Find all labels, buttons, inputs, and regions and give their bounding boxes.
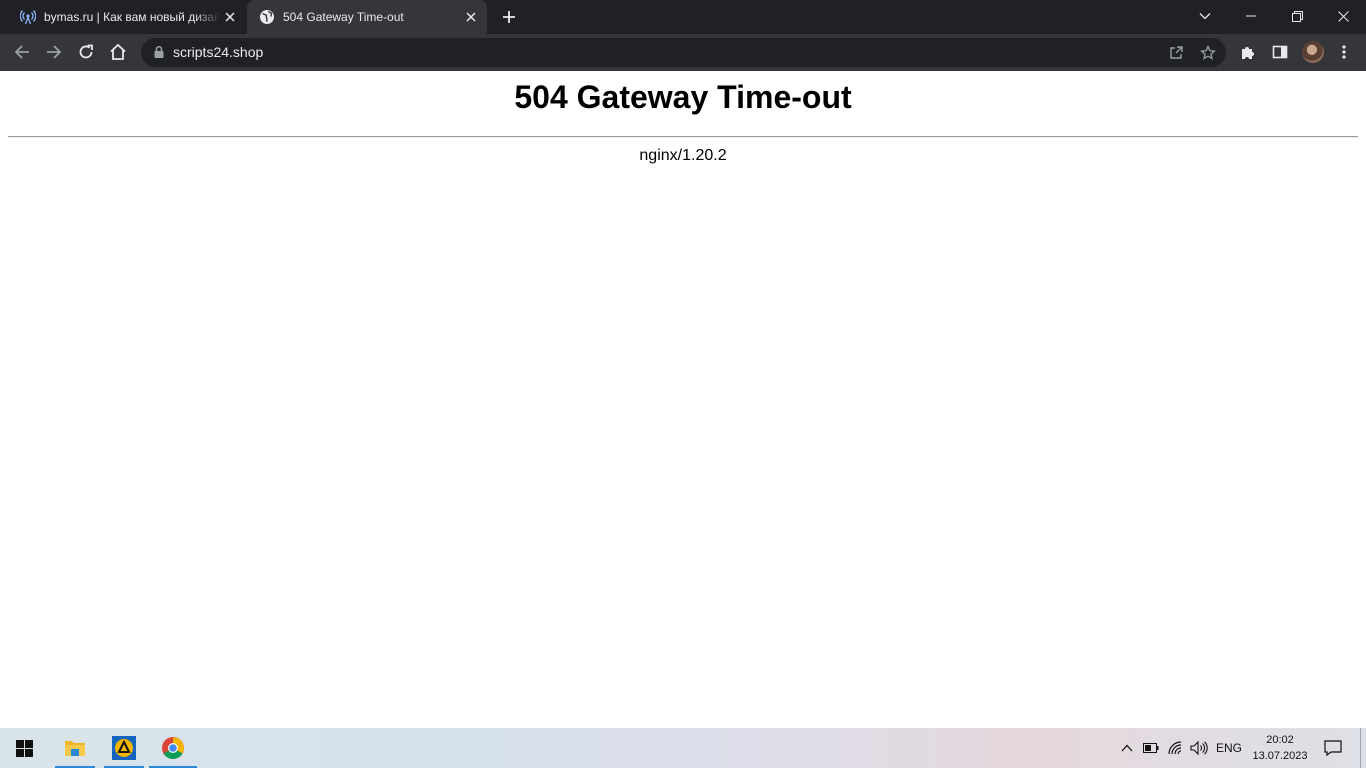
taskbar-app-triangle[interactable]: [100, 728, 148, 768]
kebab-menu-icon: [1342, 45, 1346, 59]
battery-button[interactable]: [1140, 728, 1162, 768]
chrome-icon: [162, 737, 184, 759]
notifications-button[interactable]: [1318, 728, 1348, 768]
profile-button[interactable]: [1299, 38, 1327, 66]
puzzle-icon: [1242, 47, 1254, 59]
close-icon[interactable]: [220, 7, 240, 27]
antenna-icon: [20, 9, 36, 25]
reload-icon: [79, 44, 93, 59]
back-button[interactable]: [8, 38, 36, 66]
divider: [8, 136, 1358, 138]
lock-icon[interactable]: [152, 45, 166, 59]
forward-button[interactable]: [40, 38, 68, 66]
page-title: 504 Gateway Time-out: [514, 79, 852, 115]
clock-date: 13.07.2023: [1252, 750, 1308, 762]
battery-icon: [1143, 743, 1159, 753]
wifi-button[interactable]: [1165, 728, 1187, 768]
reload-button[interactable]: [72, 38, 100, 66]
home-button[interactable]: [104, 38, 132, 66]
start-button[interactable]: [0, 728, 48, 768]
speaker-icon: [1190, 741, 1208, 755]
taskbar-app-file-explorer[interactable]: [51, 728, 99, 768]
tab-strip: bymas.ru | Как вам новый дизайн 504 Gate…: [0, 0, 1366, 34]
new-tab-button[interactable]: [497, 5, 521, 29]
url-text[interactable]: scripts24.shop: [173, 45, 263, 60]
restore-icon: [1291, 10, 1303, 22]
tab-bymas[interactable]: bymas.ru | Как вам новый дизайн: [8, 0, 246, 34]
menu-button[interactable]: [1330, 38, 1358, 66]
volume-button[interactable]: [1188, 728, 1210, 768]
language-indicator[interactable]: ENG: [1212, 728, 1246, 768]
close-window-button[interactable]: [1320, 0, 1366, 32]
globe-icon: [259, 9, 275, 25]
taskbar: ENG 20:02 13.07.2023: [0, 728, 1366, 768]
server-signature: nginx/1.20.2: [639, 147, 727, 164]
arrow-left-icon: [14, 45, 29, 59]
show-desktop-button[interactable]: [1360, 728, 1361, 768]
side-panel-button[interactable]: [1266, 38, 1294, 66]
triangle-app-icon: [112, 736, 136, 760]
browser-toolbar: scripts24.shop: [0, 34, 1366, 71]
arrow-right-icon: [47, 45, 62, 59]
folder-icon: [65, 741, 85, 756]
tab-504[interactable]: 504 Gateway Time-out: [247, 0, 487, 34]
side-panel-icon: [1272, 45, 1288, 59]
address-bar[interactable]: scripts24.shop: [141, 38, 1226, 67]
star-icon[interactable]: [1198, 43, 1218, 63]
plus-icon: [503, 11, 515, 23]
extensions-button[interactable]: [1234, 38, 1262, 66]
clock-time: 20:02: [1266, 734, 1294, 746]
close-icon: [1337, 10, 1349, 22]
minimize-icon: [1246, 15, 1256, 17]
tab-search-button[interactable]: [1182, 0, 1228, 32]
home-icon: [110, 43, 126, 60]
page-content: 504 Gateway Time-out nginx/1.20.2: [0, 71, 1366, 728]
restore-button[interactable]: [1274, 0, 1320, 32]
chevron-up-icon: [1121, 744, 1133, 752]
windows-icon: [15, 739, 33, 757]
notification-icon: [1324, 740, 1342, 756]
language-label: ENG: [1215, 741, 1242, 755]
wifi-icon: [1168, 741, 1182, 755]
taskbar-app-chrome[interactable]: [149, 728, 197, 768]
tab-title: bymas.ru | Как вам новый дизайн: [44, 10, 220, 24]
share-icon[interactable]: [1166, 43, 1186, 63]
show-hidden-icons-button[interactable]: [1116, 728, 1138, 768]
close-icon[interactable]: [461, 7, 481, 27]
tab-title: 504 Gateway Time-out: [283, 10, 404, 24]
minimize-button[interactable]: [1228, 0, 1274, 32]
clock[interactable]: 20:02 13.07.2023: [1246, 732, 1314, 764]
avatar: [1302, 41, 1324, 63]
chevron-down-icon: [1199, 13, 1211, 20]
